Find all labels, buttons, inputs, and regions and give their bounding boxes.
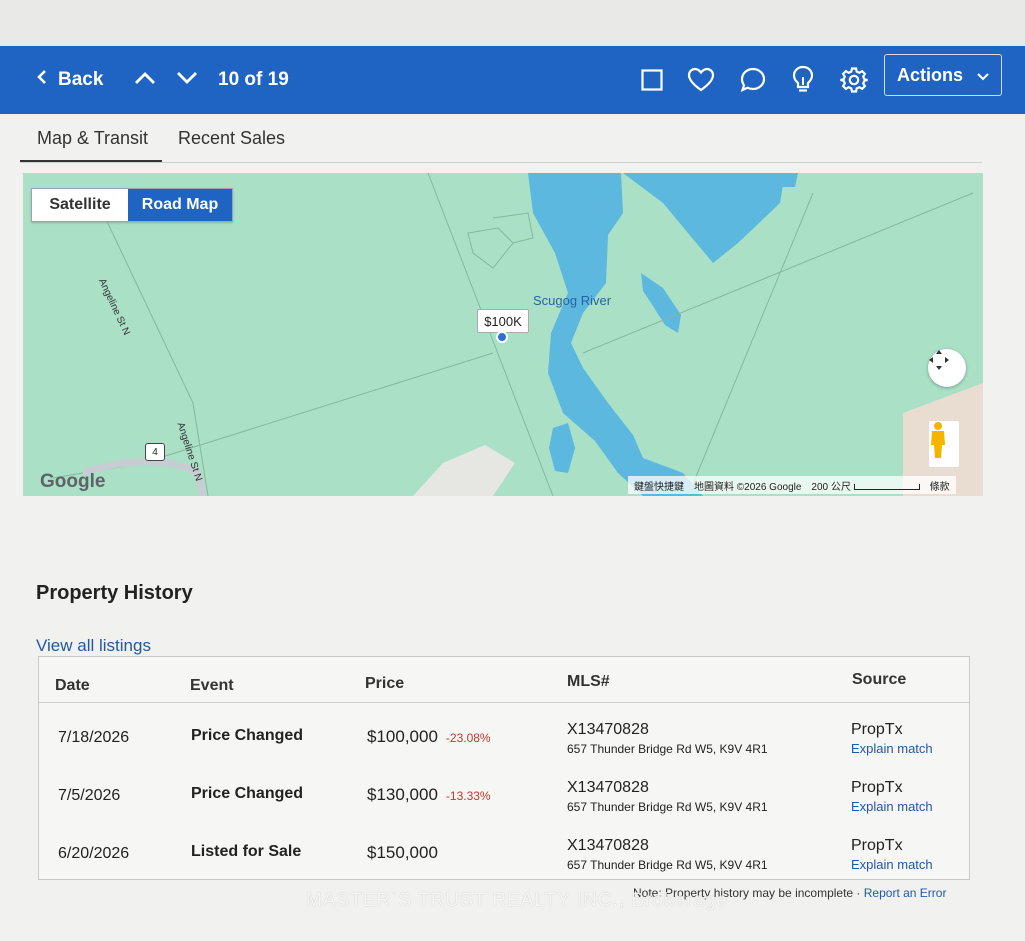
table-row: 7/5/2026 Price Changed $130,000 -13.33% …	[39, 765, 969, 823]
active-tab-indicator	[20, 160, 162, 162]
price-value: $130,000	[367, 785, 438, 804]
map-view[interactable]: Satellite Road Map Angeline St N Angelin…	[23, 173, 983, 496]
back-label: Back	[58, 69, 104, 90]
column-header-date: Date	[55, 677, 90, 694]
chevron-down-icon	[977, 65, 989, 86]
previous-listing-button[interactable]	[134, 46, 156, 114]
toolbar: Back 10 of 19 Actions	[0, 46, 1025, 114]
column-header-mls: MLS#	[567, 673, 610, 690]
fullscreen-button[interactable]	[928, 349, 966, 387]
explain-match-link[interactable]: Explain match	[851, 741, 933, 756]
row-event: Listed for Sale	[191, 843, 302, 860]
listing-price-marker[interactable]: $100K	[477, 309, 529, 333]
listing-address: 657 Thunder Bridge Rd W5, K9V 4R1	[567, 800, 768, 814]
row-date: 7/18/2026	[58, 729, 130, 746]
price-change: -23.08%	[445, 731, 491, 745]
keyboard-shortcuts-link[interactable]: 鍵盤快捷鍵	[634, 478, 684, 493]
heart-icon[interactable]	[684, 63, 718, 97]
table-row: 7/18/2026 Price Changed $100,000 -23.08%…	[39, 707, 969, 765]
google-logo: Google	[40, 471, 106, 492]
row-source: PropTx Explain match	[851, 721, 933, 756]
explain-match-link[interactable]: Explain match	[851, 799, 933, 814]
price-change: -13.33%	[445, 789, 491, 803]
row-date: 7/5/2026	[58, 787, 121, 804]
property-history-title: Property History	[36, 582, 193, 604]
row-source: PropTx Explain match	[851, 779, 933, 814]
gear-icon[interactable]	[837, 63, 871, 97]
listing-address: 657 Thunder Bridge Rd W5, K9V 4R1	[567, 858, 768, 872]
row-event: Price Changed	[191, 727, 304, 744]
terms-link[interactable]: 條款	[930, 478, 950, 493]
road-map-button[interactable]: Road Map	[128, 189, 232, 221]
back-button[interactable]: Back	[36, 46, 103, 114]
scale-label: 200 公尺	[811, 478, 920, 493]
mls-number: X13470828	[567, 837, 649, 854]
report-error-link[interactable]: Report an Error	[864, 886, 947, 900]
table-header: Date Event Price MLS# Source	[39, 657, 969, 703]
row-mls: X13470828 657 Thunder Bridge Rd W5, K9V …	[567, 721, 768, 756]
river-label: Scugog River	[533, 293, 612, 308]
actions-dropdown[interactable]: Actions	[884, 54, 1002, 96]
tab-recent-sales[interactable]: Recent Sales	[178, 128, 285, 149]
row-price: $150,000	[367, 843, 446, 863]
chat-icon[interactable]	[736, 63, 770, 97]
column-header-price: Price	[365, 675, 405, 692]
row-source: PropTx Explain match	[851, 837, 933, 872]
row-date: 6/20/2026	[58, 845, 130, 862]
column-header-source: Source	[852, 671, 907, 688]
map-data-credit: 地圖資料 ©2026 Google	[694, 481, 802, 493]
property-history-table: Date Event Price MLS# Source 7/18/2026 P…	[38, 656, 970, 880]
price-value: $150,000	[367, 843, 438, 862]
chevron-up-icon	[134, 69, 156, 91]
source-name: PropTx	[851, 721, 903, 738]
chevron-left-icon	[36, 69, 48, 91]
tab-bar: Map & Transit Recent Sales	[20, 114, 982, 163]
listing-location-marker[interactable]	[496, 331, 508, 343]
source-name: PropTx	[851, 837, 903, 854]
top-strip	[0, 0, 1025, 46]
view-all-listings-link[interactable]: View all listings	[36, 636, 151, 656]
row-mls: X13470828 657 Thunder Bridge Rd W5, K9V …	[567, 779, 768, 814]
highway-shield: 4	[145, 443, 165, 461]
map-type-toggle: Satellite Road Map	[31, 188, 233, 222]
source-name: PropTx	[851, 779, 903, 796]
mls-number: X13470828	[567, 721, 649, 738]
next-listing-button[interactable]	[176, 46, 198, 114]
lightbulb-icon[interactable]	[786, 63, 820, 97]
brokerage-watermark: MASTER`S TRUST REALTY INC., Brokerage	[306, 890, 729, 911]
tab-map-transit[interactable]: Map & Transit	[37, 128, 148, 149]
row-price: $130,000 -13.33%	[367, 785, 491, 805]
explain-match-link[interactable]: Explain match	[851, 857, 933, 872]
price-value: $100,000	[367, 727, 438, 746]
street-view-pegman[interactable]	[929, 421, 959, 467]
table-row: 6/20/2026 Listed for Sale $150,000 X1347…	[39, 823, 969, 881]
checkbox-icon[interactable]	[635, 63, 669, 97]
chevron-down-icon	[176, 69, 198, 91]
row-mls: X13470828 657 Thunder Bridge Rd W5, K9V …	[567, 837, 768, 872]
column-header-event: Event	[190, 677, 234, 694]
listing-counter: 10 of 19	[218, 69, 289, 90]
mls-number: X13470828	[567, 779, 649, 796]
row-event: Price Changed	[191, 785, 304, 802]
listing-address: 657 Thunder Bridge Rd W5, K9V 4R1	[567, 742, 768, 756]
actions-label: Actions	[896, 64, 963, 85]
map-attribution: 鍵盤快捷鍵 地圖資料 ©2026 Google 200 公尺 條款	[628, 476, 956, 494]
satellite-button[interactable]: Satellite	[32, 189, 128, 221]
row-price: $100,000 -23.08%	[367, 727, 491, 747]
